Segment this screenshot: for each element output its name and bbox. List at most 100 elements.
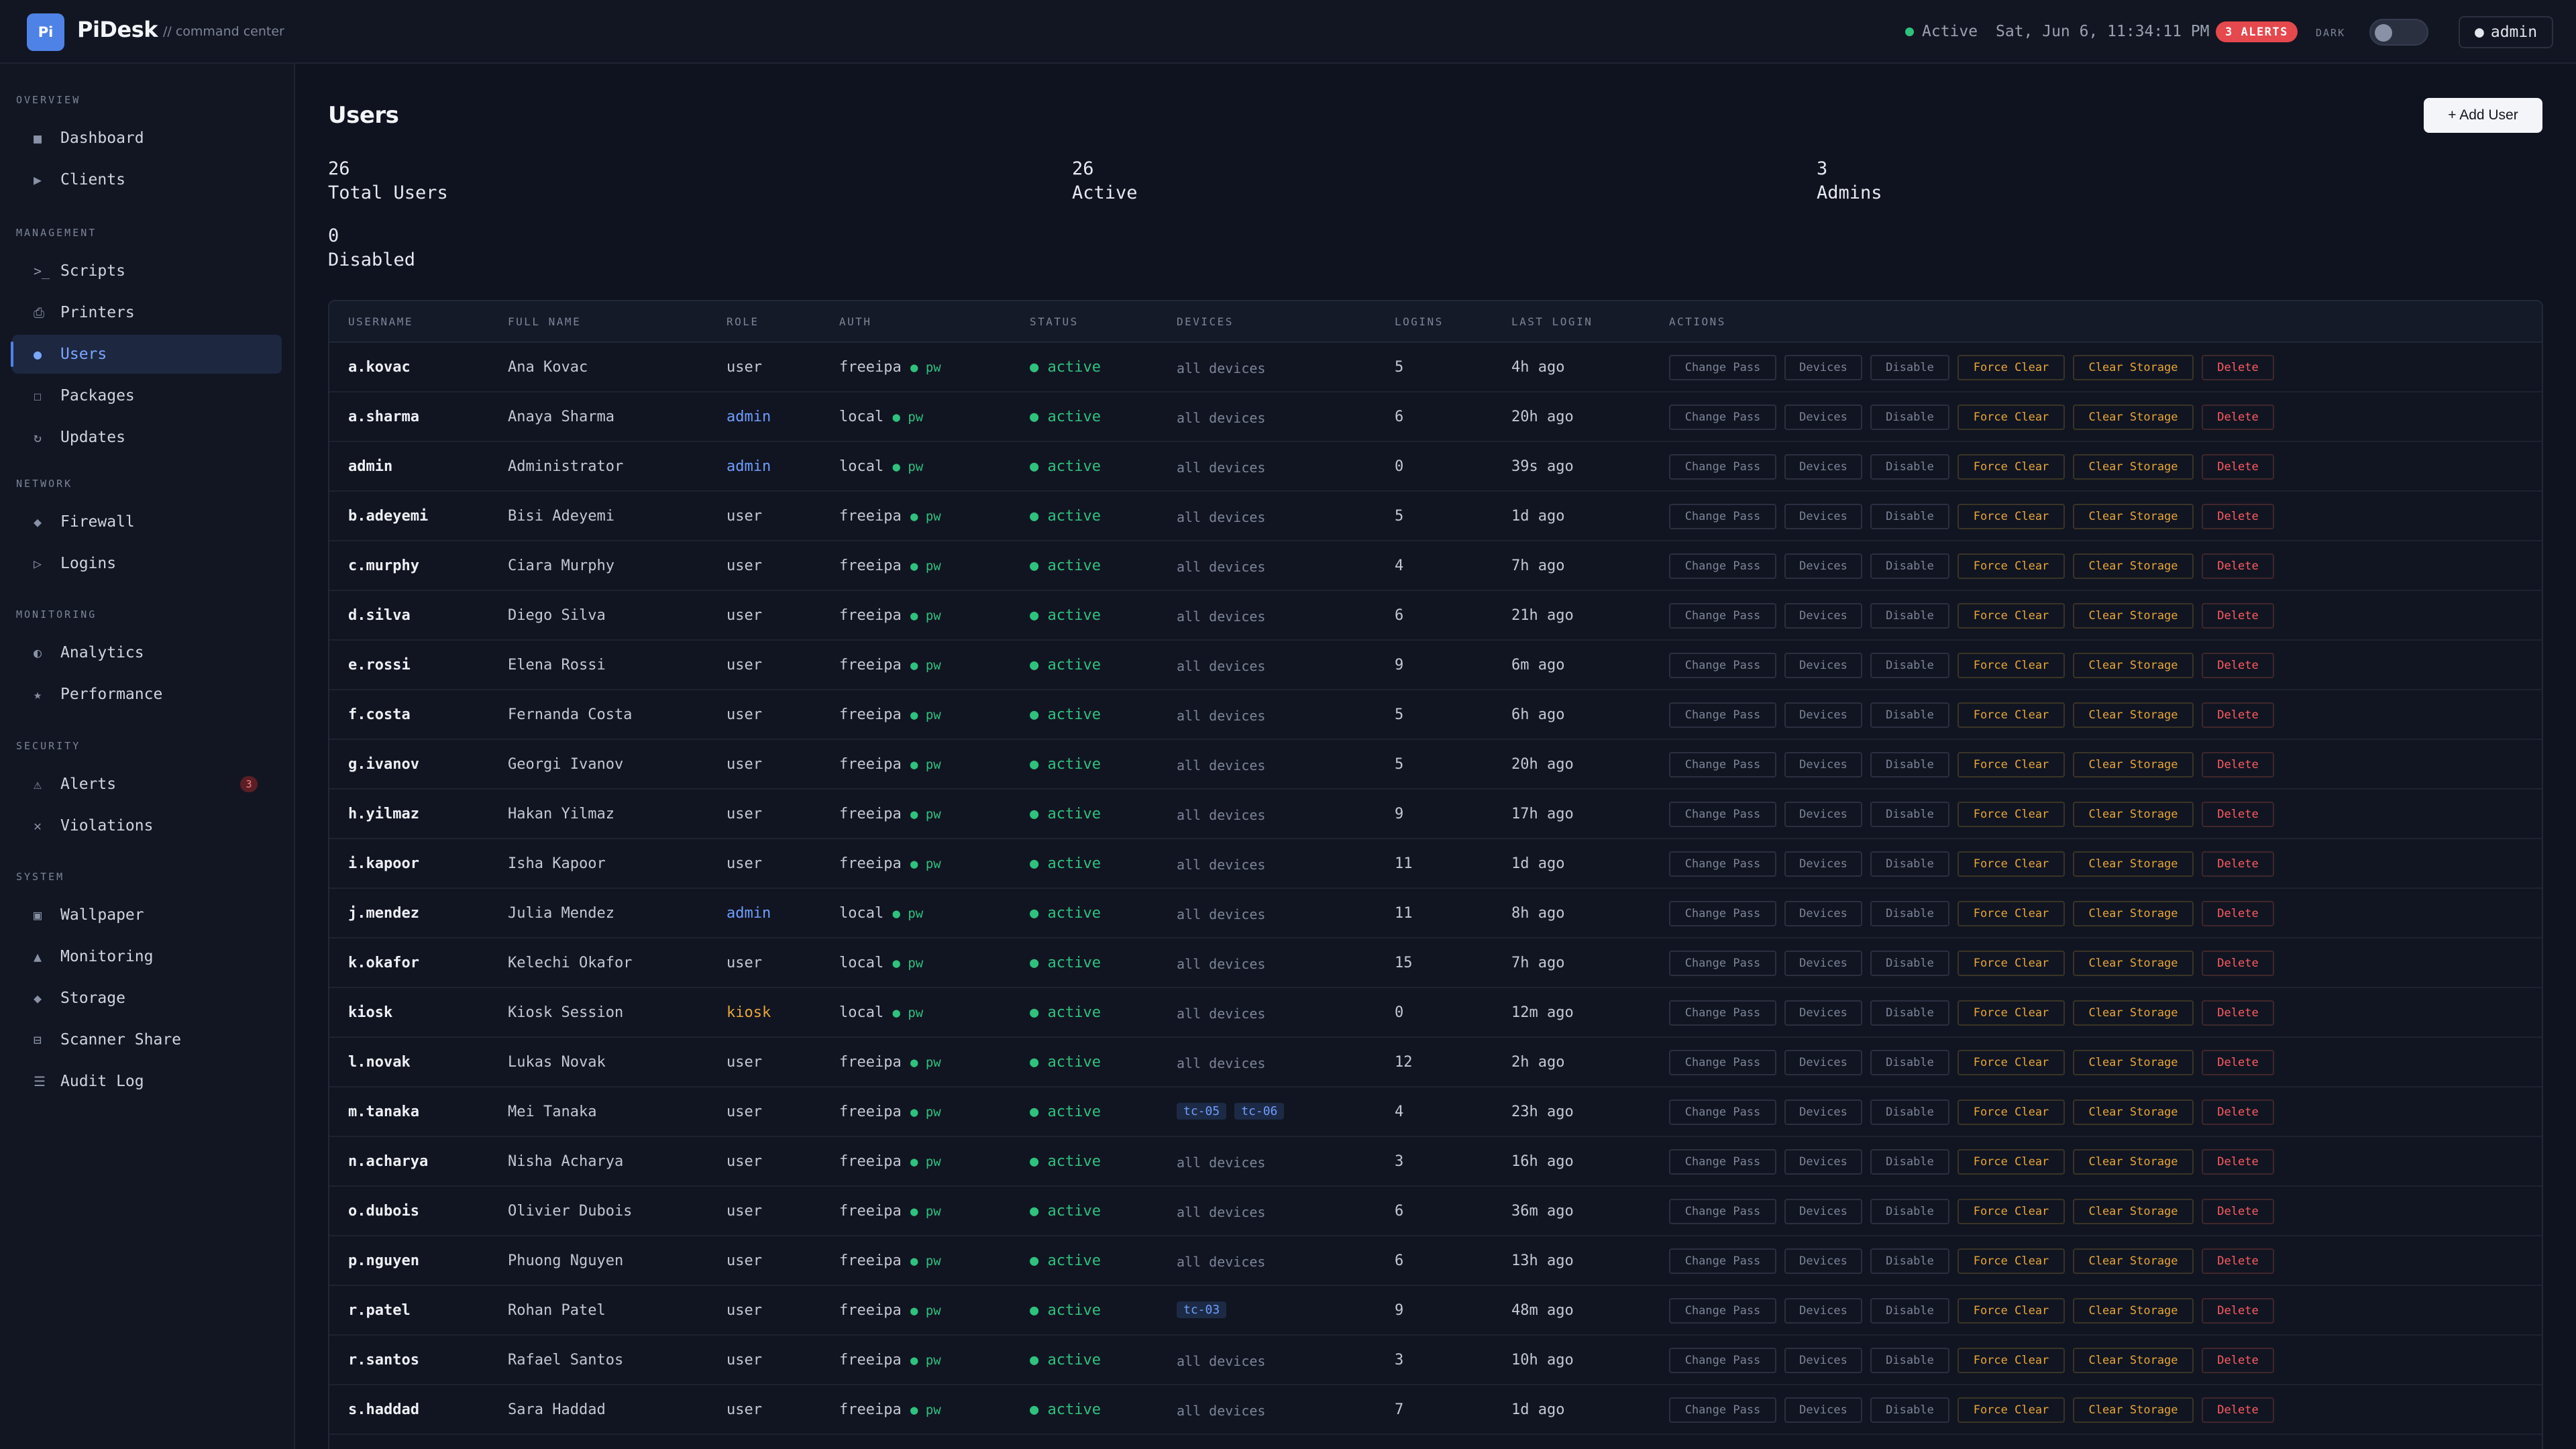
- clear-storage-button[interactable]: Clear Storage: [2073, 1050, 2194, 1075]
- delete-button[interactable]: Delete: [2202, 553, 2274, 579]
- table-row[interactable]: c.murphy Ciara Murphy user freeipa ● pw ● ac…: [329, 541, 2542, 591]
- clear-storage-button[interactable]: Clear Storage: [2073, 355, 2194, 380]
- devices-button[interactable]: Devices: [1784, 553, 1862, 579]
- sidebar-item-analytics[interactable]: ◐ Analytics: [12, 633, 282, 672]
- disable-button[interactable]: Disable: [1870, 553, 1949, 579]
- clear-storage-button[interactable]: Clear Storage: [2073, 1397, 2194, 1423]
- force-clear-button[interactable]: Force Clear: [1957, 1199, 2065, 1224]
- disable-button[interactable]: Disable: [1870, 1397, 1949, 1423]
- delete-button[interactable]: Delete: [2202, 752, 2274, 777]
- devices-button[interactable]: Devices: [1784, 1248, 1862, 1274]
- sidebar-item-packages[interactable]: ☐ Packages: [12, 376, 282, 415]
- disable-button[interactable]: Disable: [1870, 1199, 1949, 1224]
- devices-button[interactable]: Devices: [1784, 1000, 1862, 1026]
- change-pass-button[interactable]: Change Pass: [1669, 752, 1776, 777]
- table-row[interactable]: i.kapoor Isha Kapoor user freeipa ● pw ● act…: [329, 839, 2542, 889]
- disable-button[interactable]: Disable: [1870, 504, 1949, 529]
- delete-button[interactable]: Delete: [2202, 504, 2274, 529]
- devices-button[interactable]: Devices: [1784, 1298, 1862, 1324]
- user-menu-button[interactable]: ● admin: [2459, 16, 2554, 48]
- clear-storage-button[interactable]: Clear Storage: [2073, 1298, 2194, 1324]
- change-pass-button[interactable]: Change Pass: [1669, 1348, 1776, 1373]
- delete-button[interactable]: Delete: [2202, 1149, 2274, 1175]
- table-row[interactable]: d.silva Diego Silva user freeipa ● pw ● acti…: [329, 591, 2542, 641]
- sidebar-item-updates[interactable]: ↻ Updates: [12, 418, 282, 457]
- column-header-last-login[interactable]: LAST LOGIN: [1511, 315, 1593, 328]
- table-row[interactable]: j.mendez Julia Mendez admin local ● pw ● act…: [329, 889, 2542, 938]
- delete-button[interactable]: Delete: [2202, 405, 2274, 430]
- force-clear-button[interactable]: Force Clear: [1957, 1000, 2065, 1026]
- disable-button[interactable]: Disable: [1870, 405, 1949, 430]
- sidebar-item-scripts[interactable]: >_ Scripts: [12, 252, 282, 290]
- logo[interactable]: Pi: [27, 13, 64, 51]
- table-row[interactable]: a.sharma Anaya Sharma admin local ● pw ● act…: [329, 392, 2542, 442]
- change-pass-button[interactable]: Change Pass: [1669, 355, 1776, 380]
- sidebar-item-wallpaper[interactable]: ▣ Wallpaper: [12, 896, 282, 934]
- devices-button[interactable]: Devices: [1784, 653, 1862, 678]
- sidebar-item-logins[interactable]: ▷ Logins: [12, 544, 282, 583]
- delete-button[interactable]: Delete: [2202, 1248, 2274, 1274]
- force-clear-button[interactable]: Force Clear: [1957, 951, 2065, 976]
- delete-button[interactable]: Delete: [2202, 1199, 2274, 1224]
- change-pass-button[interactable]: Change Pass: [1669, 1199, 1776, 1224]
- table-row[interactable]: m.tanaka Mei Tanaka user freeipa ● pw ● acti…: [329, 1087, 2542, 1137]
- table-row[interactable]: e.rossi Elena Rossi user freeipa ● pw ● acti…: [329, 641, 2542, 690]
- change-pass-button[interactable]: Change Pass: [1669, 1298, 1776, 1324]
- devices-button[interactable]: Devices: [1784, 454, 1862, 480]
- devices-button[interactable]: Devices: [1784, 901, 1862, 926]
- sidebar-item-users[interactable]: ● Users: [11, 335, 282, 374]
- change-pass-button[interactable]: Change Pass: [1669, 1099, 1776, 1125]
- disable-button[interactable]: Disable: [1870, 752, 1949, 777]
- change-pass-button[interactable]: Change Pass: [1669, 553, 1776, 579]
- table-row[interactable]: f.costa Fernanda Costa user freeipa ● pw ● a…: [329, 690, 2542, 740]
- force-clear-button[interactable]: Force Clear: [1957, 901, 2065, 926]
- devices-button[interactable]: Devices: [1784, 951, 1862, 976]
- devices-button[interactable]: Devices: [1784, 1397, 1862, 1423]
- table-row[interactable]: s.haddad Sara Haddad user freeipa ● pw ● act…: [329, 1385, 2542, 1435]
- change-pass-button[interactable]: Change Pass: [1669, 405, 1776, 430]
- change-pass-button[interactable]: Change Pass: [1669, 901, 1776, 926]
- clear-storage-button[interactable]: Clear Storage: [2073, 653, 2194, 678]
- force-clear-button[interactable]: Force Clear: [1957, 1099, 2065, 1125]
- delete-button[interactable]: Delete: [2202, 1348, 2274, 1373]
- devices-button[interactable]: Devices: [1784, 405, 1862, 430]
- alerts-badge[interactable]: 3 ALERTS: [2216, 21, 2298, 42]
- clear-storage-button[interactable]: Clear Storage: [2073, 1248, 2194, 1274]
- clear-storage-button[interactable]: Clear Storage: [2073, 1099, 2194, 1125]
- table-row[interactable]: b.adeyemi Bisi Adeyemi user freeipa ● pw ● a…: [329, 492, 2542, 541]
- clear-storage-button[interactable]: Clear Storage: [2073, 752, 2194, 777]
- change-pass-button[interactable]: Change Pass: [1669, 653, 1776, 678]
- delete-button[interactable]: Delete: [2202, 1397, 2274, 1423]
- sidebar-item-printers[interactable]: ⎙ Printers: [12, 293, 282, 332]
- disable-button[interactable]: Disable: [1870, 1348, 1949, 1373]
- table-row[interactable]: o.dubois Olivier Dubois user freeipa ● pw ● …: [329, 1187, 2542, 1236]
- column-header-auth[interactable]: AUTH: [839, 315, 872, 328]
- clear-storage-button[interactable]: Clear Storage: [2073, 851, 2194, 877]
- force-clear-button[interactable]: Force Clear: [1957, 405, 2065, 430]
- delete-button[interactable]: Delete: [2202, 1099, 2274, 1125]
- disable-button[interactable]: Disable: [1870, 951, 1949, 976]
- disable-button[interactable]: Disable: [1870, 603, 1949, 629]
- change-pass-button[interactable]: Change Pass: [1669, 1248, 1776, 1274]
- disable-button[interactable]: Disable: [1870, 1099, 1949, 1125]
- theme-toggle[interactable]: [2369, 19, 2428, 46]
- disable-button[interactable]: Disable: [1870, 901, 1949, 926]
- devices-button[interactable]: Devices: [1784, 1050, 1862, 1075]
- devices-button[interactable]: Devices: [1784, 851, 1862, 877]
- devices-button[interactable]: Devices: [1784, 1149, 1862, 1175]
- sidebar-item-monitoring[interactable]: ▲ Monitoring: [12, 937, 282, 976]
- sidebar-item-storage[interactable]: ◆ Storage: [12, 979, 282, 1018]
- change-pass-button[interactable]: Change Pass: [1669, 802, 1776, 827]
- table-row[interactable]: p.nguyen Phuong Nguyen user freeipa ● pw ● a…: [329, 1236, 2542, 1286]
- disable-button[interactable]: Disable: [1870, 802, 1949, 827]
- sidebar-item-violations[interactable]: ✕ Violations: [12, 806, 282, 845]
- devices-button[interactable]: Devices: [1784, 802, 1862, 827]
- force-clear-button[interactable]: Force Clear: [1957, 1348, 2065, 1373]
- force-clear-button[interactable]: Force Clear: [1957, 355, 2065, 380]
- clear-storage-button[interactable]: Clear Storage: [2073, 405, 2194, 430]
- disable-button[interactable]: Disable: [1870, 851, 1949, 877]
- clear-storage-button[interactable]: Clear Storage: [2073, 454, 2194, 480]
- clear-storage-button[interactable]: Clear Storage: [2073, 553, 2194, 579]
- table-row[interactable]: g.ivanov Georgi Ivanov user freeipa ● pw ● a…: [329, 740, 2542, 790]
- change-pass-button[interactable]: Change Pass: [1669, 603, 1776, 629]
